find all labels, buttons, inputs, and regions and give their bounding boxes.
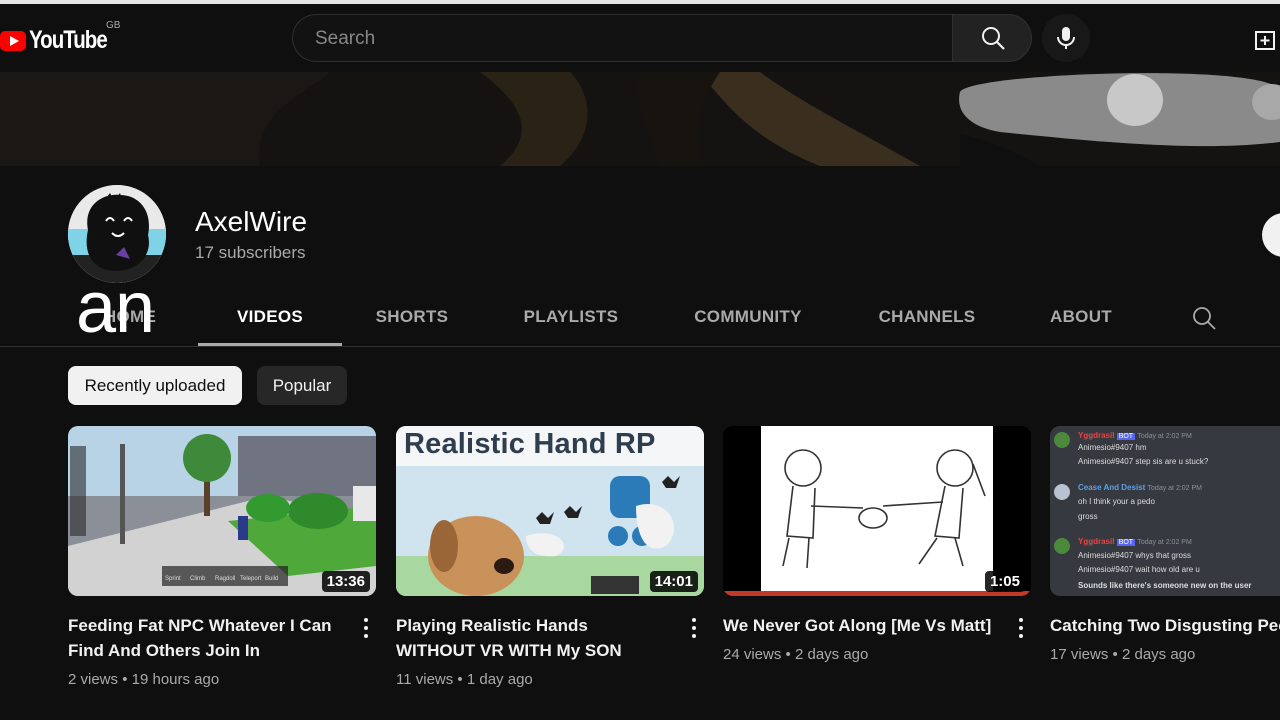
youtube-logo[interactable]: YouTube GB [0, 20, 124, 55]
chat-time: Today at 2:02 PM [1137, 539, 1192, 546]
hud-label: Sprint [165, 576, 181, 582]
voice-search-button[interactable] [1042, 14, 1090, 62]
search-input[interactable] [313, 15, 937, 63]
chat-log: Yggdrasil BOT Today at 2:02 PM Animesio#… [1050, 426, 1280, 596]
search-box [292, 14, 952, 63]
tab-community[interactable]: COMMUNITY [680, 294, 816, 346]
chat-user: Yggdrasil [1078, 431, 1115, 440]
subscriber-count: 17 subscribers [195, 243, 306, 262]
chip-recently-uploaded[interactable]: Recently uploaded [68, 366, 242, 405]
chat-user: Yggdrasil [1078, 537, 1115, 546]
video-meta: 17 views • 2 days ago [1050, 646, 1195, 663]
youtube-play-icon [0, 30, 26, 51]
chat-line: Sounds like there's someone new on the u… [1078, 581, 1252, 590]
thumbnail-headline: Realistic Hand RP [404, 428, 656, 460]
chat-badge: BOT [1116, 539, 1136, 546]
create-video-button[interactable] [1250, 26, 1280, 56]
tab-videos[interactable]: VIDEOS [198, 294, 342, 346]
logo-text: YouTube [29, 26, 108, 54]
search-icon [982, 27, 1005, 50]
video-duration: 13:36 [321, 571, 370, 592]
tab-channels[interactable]: CHANNELS [866, 294, 988, 346]
channel-banner [0, 72, 1280, 166]
meta-separator: • [785, 646, 791, 663]
create-video-icon [1255, 31, 1275, 50]
channel-search-button[interactable] [1190, 304, 1218, 332]
chat-line: Animesio#9407 whys that gross [1078, 551, 1191, 560]
hud-label: Build [265, 576, 278, 582]
overlay-caption: an [76, 268, 155, 348]
video-thumbnail[interactable]: Realistic Hand RP 14:01 [396, 426, 704, 596]
video-thumbnail[interactable]: 1:05 [723, 426, 1031, 596]
tab-shorts[interactable]: SHORTS [362, 294, 462, 346]
microphone-icon [1057, 27, 1075, 49]
search-button[interactable] [952, 14, 1032, 62]
chat-user: Cease And Desist [1078, 483, 1146, 492]
upload-age: 19 hours ago [131, 671, 220, 688]
upload-age: 1 day ago [466, 671, 533, 688]
hud-label: Teleport [240, 576, 262, 582]
chat-line: Animesio#9407 wait how old are u [1078, 565, 1200, 574]
video-title[interactable]: Catching Two Disgusting Peop [1050, 613, 1280, 638]
upload-age: 2 days ago [1121, 646, 1196, 663]
video-thumbnail[interactable]: Sprint Climb Ragdoll Teleport Build 13:36 [68, 426, 376, 596]
more-options-icon[interactable] [1015, 616, 1027, 640]
video-title[interactable]: We Never Got Along [Me Vs Matt] [723, 613, 993, 638]
video-title[interactable]: Playing Realistic Hands WITHOUT VR WITH … [396, 613, 666, 663]
video-duration: 1:05 [984, 571, 1025, 592]
chat-line: Animesio#9407 step sis are u stuck? [1078, 457, 1209, 466]
video-meta: 2 views • 19 hours ago [68, 671, 219, 688]
video-card[interactable]: Yggdrasil BOT Today at 2:02 PM Animesio#… [1050, 426, 1280, 686]
video-thumbnail[interactable]: Yggdrasil BOT Today at 2:02 PM Animesio#… [1050, 426, 1280, 596]
view-count: 2 views [68, 671, 119, 688]
region-code: GB [106, 20, 121, 31]
view-count: 11 views [396, 671, 454, 688]
video-duration: 14:01 [649, 571, 698, 592]
upload-age: 2 days ago [794, 646, 869, 663]
view-count: 24 views [723, 646, 782, 663]
meta-separator: • [122, 671, 128, 688]
tab-about[interactable]: ABOUT [1040, 294, 1122, 346]
subscribe-button[interactable] [1262, 213, 1280, 257]
tab-playlists[interactable]: PLAYLISTS [510, 294, 632, 346]
chat-line: Animesio#9407 hm [1078, 443, 1147, 452]
game-hud-bar: Sprint Climb Ragdoll Teleport Build [162, 566, 288, 586]
hud-label: Climb [190, 576, 206, 582]
more-options-icon[interactable] [688, 616, 700, 640]
more-options-icon[interactable] [360, 616, 372, 640]
masthead: YouTube GB [0, 4, 1280, 72]
search-icon [1193, 307, 1216, 330]
channel-name: AxelWire [195, 206, 308, 237]
video-meta: 11 views • 1 day ago [396, 671, 533, 688]
meta-separator: • [1112, 646, 1118, 663]
chat-badge: BOT [1116, 433, 1136, 440]
video-title[interactable]: Feeding Fat NPC Whatever I Can Find And … [68, 613, 338, 663]
view-count: 17 views [1050, 646, 1109, 663]
chat-time: Today at 2:02 PM [1147, 485, 1203, 492]
chat-time: Today at 2:02 PM [1137, 433, 1192, 440]
banner-art [0, 72, 1280, 166]
meta-separator: • [457, 671, 463, 688]
hud-label: Ragdoll [215, 576, 235, 582]
thumbnail-art [723, 426, 1031, 596]
chip-popular[interactable]: Popular [257, 366, 347, 405]
chat-line: gross [1078, 512, 1098, 521]
video-meta: 24 views • 2 days ago [723, 646, 868, 663]
channel-tabs: HOME VIDEOS SHORTS PLAYLISTS COMMUNITY C… [0, 294, 1280, 347]
chat-line: oh I think your a pedo [1078, 497, 1155, 506]
